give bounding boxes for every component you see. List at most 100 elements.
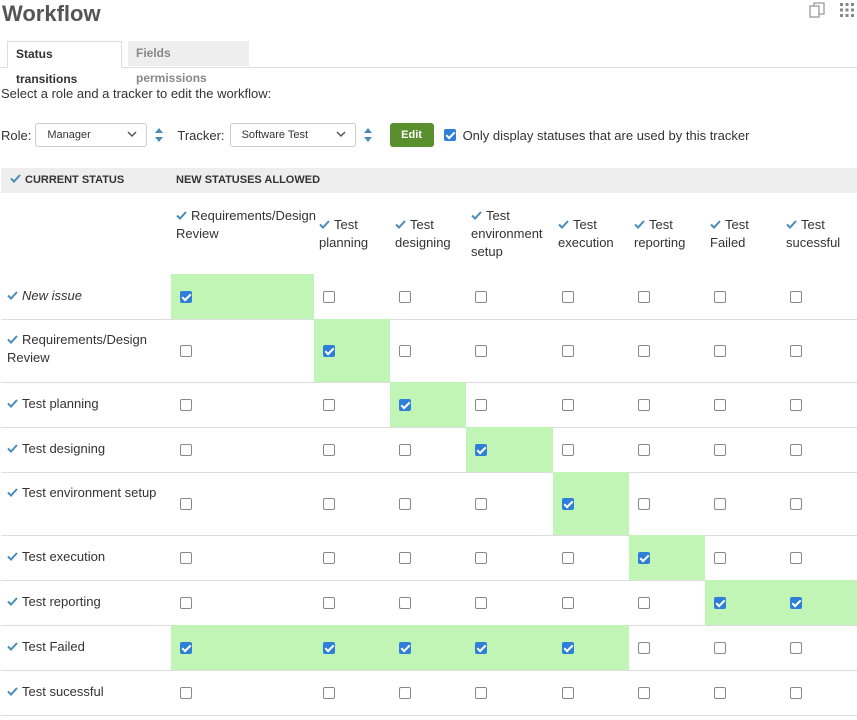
transition-checkbox[interactable] — [638, 597, 650, 609]
check-icon[interactable] — [7, 597, 18, 606]
transition-checkbox[interactable] — [399, 444, 411, 456]
tracker-sort-icon[interactable] — [362, 126, 374, 144]
check-icon[interactable] — [7, 399, 18, 408]
transition-checkbox[interactable] — [475, 345, 487, 357]
transition-checkbox[interactable] — [714, 444, 726, 456]
transition-checkbox[interactable] — [323, 687, 335, 699]
transition-checkbox[interactable] — [790, 345, 802, 357]
check-icon[interactable] — [786, 220, 797, 229]
transition-checkbox[interactable] — [790, 597, 802, 609]
transition-checkbox[interactable] — [638, 345, 650, 357]
transition-checkbox[interactable] — [562, 444, 574, 456]
transition-checkbox[interactable] — [714, 552, 726, 564]
check-icon[interactable] — [395, 220, 406, 229]
role-sort-icon[interactable] — [153, 126, 165, 144]
transition-checkbox[interactable] — [180, 345, 192, 357]
check-icon[interactable] — [7, 444, 18, 453]
transition-checkbox[interactable] — [790, 444, 802, 456]
transition-checkbox[interactable] — [638, 687, 650, 699]
transition-checkbox[interactable] — [399, 291, 411, 303]
check-icon[interactable] — [7, 488, 18, 497]
transition-checkbox[interactable] — [475, 687, 487, 699]
check-icon[interactable] — [7, 642, 18, 651]
check-icon[interactable] — [10, 174, 21, 183]
transition-checkbox[interactable] — [714, 345, 726, 357]
transition-checkbox[interactable] — [638, 399, 650, 411]
transition-checkbox[interactable] — [714, 642, 726, 654]
transition-checkbox[interactable] — [180, 291, 192, 303]
transition-checkbox[interactable] — [562, 552, 574, 564]
edit-button[interactable]: Edit — [389, 123, 434, 147]
transition-checkbox[interactable] — [399, 399, 411, 411]
transition-checkbox[interactable] — [714, 597, 726, 609]
transition-checkbox[interactable] — [399, 642, 411, 654]
transition-checkbox[interactable] — [638, 291, 650, 303]
transition-checkbox[interactable] — [714, 498, 726, 510]
transition-checkbox[interactable] — [638, 498, 650, 510]
transition-checkbox[interactable] — [180, 399, 192, 411]
transition-checkbox[interactable] — [475, 642, 487, 654]
transition-checkbox[interactable] — [790, 687, 802, 699]
transition-checkbox[interactable] — [475, 399, 487, 411]
transition-checkbox[interactable] — [180, 444, 192, 456]
transition-checkbox[interactable] — [323, 399, 335, 411]
transition-checkbox[interactable] — [562, 291, 574, 303]
check-icon[interactable] — [7, 687, 18, 696]
transition-checkbox[interactable] — [180, 642, 192, 654]
transition-checkbox[interactable] — [323, 498, 335, 510]
transition-checkbox[interactable] — [323, 291, 335, 303]
transition-checkbox[interactable] — [323, 345, 335, 357]
transition-checkbox[interactable] — [475, 291, 487, 303]
transition-checkbox[interactable] — [562, 597, 574, 609]
transition-checkbox[interactable] — [180, 498, 192, 510]
transition-checkbox[interactable] — [323, 597, 335, 609]
transition-checkbox[interactable] — [475, 498, 487, 510]
transition-checkbox[interactable] — [562, 642, 574, 654]
tab-fields-permissions[interactable]: Fields permissions — [128, 41, 249, 85]
transition-checkbox[interactable] — [790, 291, 802, 303]
transition-checkbox[interactable] — [475, 597, 487, 609]
transition-checkbox[interactable] — [323, 642, 335, 654]
transition-checkbox[interactable] — [790, 498, 802, 510]
copy-icon[interactable] — [809, 2, 825, 18]
check-icon[interactable] — [7, 552, 18, 561]
role-select[interactable]: Manager — [35, 123, 148, 147]
transition-checkbox[interactable] — [475, 552, 487, 564]
transition-checkbox[interactable] — [399, 345, 411, 357]
transition-checkbox[interactable] — [790, 552, 802, 564]
transition-checkbox[interactable] — [562, 399, 574, 411]
transition-checkbox[interactable] — [638, 552, 650, 564]
transition-checkbox[interactable] — [638, 642, 650, 654]
transition-checkbox[interactable] — [562, 498, 574, 510]
check-icon[interactable] — [319, 220, 330, 229]
transition-checkbox[interactable] — [714, 687, 726, 699]
transition-checkbox[interactable] — [790, 399, 802, 411]
transition-checkbox[interactable] — [714, 291, 726, 303]
transition-checkbox[interactable] — [399, 597, 411, 609]
transition-checkbox[interactable] — [323, 444, 335, 456]
transition-checkbox[interactable] — [714, 399, 726, 411]
transition-checkbox[interactable] — [790, 642, 802, 654]
transition-checkbox[interactable] — [399, 498, 411, 510]
check-icon[interactable] — [7, 291, 18, 300]
transition-checkbox[interactable] — [399, 687, 411, 699]
transition-checkbox[interactable] — [562, 345, 574, 357]
transition-checkbox[interactable] — [180, 552, 192, 564]
transition-checkbox[interactable] — [323, 552, 335, 564]
check-icon[interactable] — [471, 211, 482, 220]
transition-checkbox[interactable] — [180, 687, 192, 699]
transition-checkbox[interactable] — [399, 552, 411, 564]
transition-checkbox[interactable] — [180, 597, 192, 609]
only-used-statuses-checkbox[interactable] — [443, 129, 456, 141]
transition-checkbox[interactable] — [638, 444, 650, 456]
tab-status-transitions[interactable]: Status transitions — [7, 41, 122, 86]
check-icon[interactable] — [558, 220, 569, 229]
transition-checkbox[interactable] — [562, 687, 574, 699]
check-icon[interactable] — [7, 335, 18, 344]
check-icon[interactable] — [176, 211, 187, 220]
transition-checkbox[interactable] — [475, 444, 487, 456]
check-icon[interactable] — [634, 220, 645, 229]
tracker-select[interactable]: Software Test — [229, 123, 356, 147]
check-icon[interactable] — [710, 220, 721, 229]
apps-grid-icon[interactable] — [839, 2, 855, 18]
